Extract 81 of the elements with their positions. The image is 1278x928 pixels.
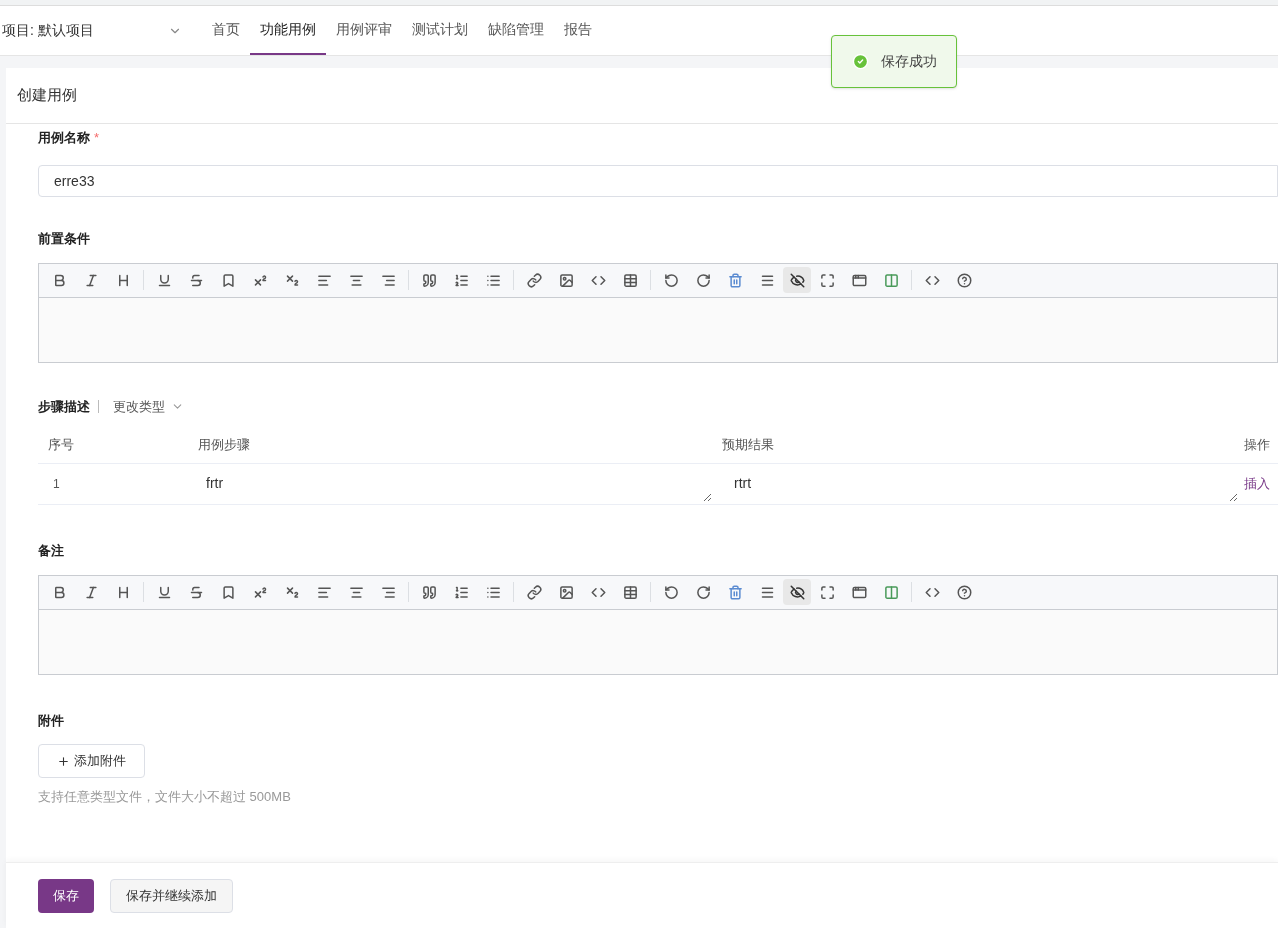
table-cell-text: 1 [52, 476, 61, 493]
save-button[interactable]: 保存 [38, 878, 94, 913]
split-view-icon[interactable] [883, 272, 899, 288]
link-icon[interactable] [526, 272, 542, 288]
field-label: 步骤描述 [38, 397, 90, 416]
fullscreen-icon[interactable] [819, 584, 835, 600]
preview-toggle-button[interactable] [783, 579, 811, 605]
underline-icon[interactable] [156, 272, 172, 288]
page-title: 创建用例 [6, 68, 1278, 124]
help-icon[interactable] [956, 584, 972, 600]
trash-icon[interactable] [727, 272, 743, 288]
project-selector[interactable]: 项目: 默认项目 [0, 6, 190, 55]
field-label: 备注 [38, 542, 65, 560]
column-header: 预期结果 [721, 435, 775, 454]
quote-icon[interactable] [421, 272, 437, 288]
ordered-list-icon[interactable] [453, 272, 469, 288]
field-label: 附件 [38, 711, 65, 730]
align-center-icon[interactable] [348, 272, 364, 288]
quote-icon[interactable] [421, 584, 437, 600]
column-header: 用例步骤 [197, 435, 251, 454]
nav-tab[interactable]: 测试计划 [402, 6, 478, 55]
image-icon[interactable] [558, 272, 574, 288]
save-and-continue-button[interactable]: 保存并继续添加 [110, 878, 233, 913]
link-icon[interactable] [526, 584, 542, 600]
menu-icon[interactable] [759, 584, 775, 600]
toast-text: 保存成功 [881, 52, 937, 71]
nav-tab[interactable]: 报告 [554, 6, 602, 55]
ordered-list-icon[interactable] [453, 584, 469, 600]
align-left-icon[interactable] [316, 272, 332, 288]
split-view-icon[interactable] [883, 584, 899, 600]
trash-icon[interactable] [727, 584, 743, 600]
window-icon[interactable] [851, 584, 867, 600]
superscript-icon[interactable] [252, 272, 268, 288]
underline-icon[interactable] [156, 584, 172, 600]
bullet-list-icon[interactable] [485, 272, 501, 288]
field-label: 用例名称 [38, 129, 90, 148]
align-center-icon[interactable] [348, 584, 364, 600]
nav-tab[interactable]: 用例评审 [326, 6, 402, 55]
preview-toggle-button[interactable] [783, 267, 811, 293]
window-icon[interactable] [851, 272, 867, 288]
italic-icon[interactable] [83, 584, 99, 600]
insert-link[interactable]: 插入 [1244, 474, 1278, 494]
plus-icon [57, 754, 70, 768]
table-icon[interactable] [622, 584, 638, 600]
bullet-list-icon[interactable] [485, 584, 501, 600]
strikethrough-icon[interactable] [188, 584, 204, 600]
menu-icon[interactable] [759, 272, 775, 288]
step-textarea[interactable]: frtr [188, 466, 712, 502]
required-asterisk: * [94, 129, 100, 148]
help-icon[interactable] [956, 272, 972, 288]
column-header: 序号 [47, 435, 75, 454]
nav-tab[interactable]: 缺陷管理 [478, 6, 554, 55]
case-name-field[interactable]: erre33 [38, 165, 1278, 197]
eye-off-icon [789, 584, 805, 600]
bookmark-icon[interactable] [220, 272, 236, 288]
success-icon [852, 53, 869, 70]
nav-tab[interactable]: 功能用例 [250, 6, 326, 55]
superscript-icon[interactable] [252, 584, 268, 600]
field-label: 前置条件 [38, 230, 91, 248]
table-icon[interactable] [622, 272, 638, 288]
nav-tab[interactable]: 首页 [202, 6, 250, 55]
italic-icon[interactable] [83, 272, 99, 288]
attachment-hint: 支持任意类型文件，文件大小不超过 500MB [38, 788, 292, 806]
column-header: 操作 [1244, 435, 1271, 454]
change-type-dropdown[interactable]: 更改类型 [113, 396, 184, 416]
redo-icon[interactable] [695, 584, 711, 600]
expected-result-textarea[interactable]: rtrt [722, 466, 1238, 502]
align-right-icon[interactable] [380, 584, 396, 600]
bookmark-icon[interactable] [220, 584, 236, 600]
align-left-icon[interactable] [316, 584, 332, 600]
image-icon[interactable] [558, 584, 574, 600]
undo-icon[interactable] [663, 272, 679, 288]
redo-icon[interactable] [695, 272, 711, 288]
subscript-icon[interactable] [284, 272, 300, 288]
subscript-icon[interactable] [284, 584, 300, 600]
fullscreen-icon[interactable] [819, 272, 835, 288]
undo-icon[interactable] [663, 584, 679, 600]
align-right-icon[interactable] [380, 272, 396, 288]
eye-off-icon [789, 272, 805, 288]
strikethrough-icon[interactable] [188, 272, 204, 288]
add-attachment-button[interactable]: 添加附件 [38, 744, 145, 778]
